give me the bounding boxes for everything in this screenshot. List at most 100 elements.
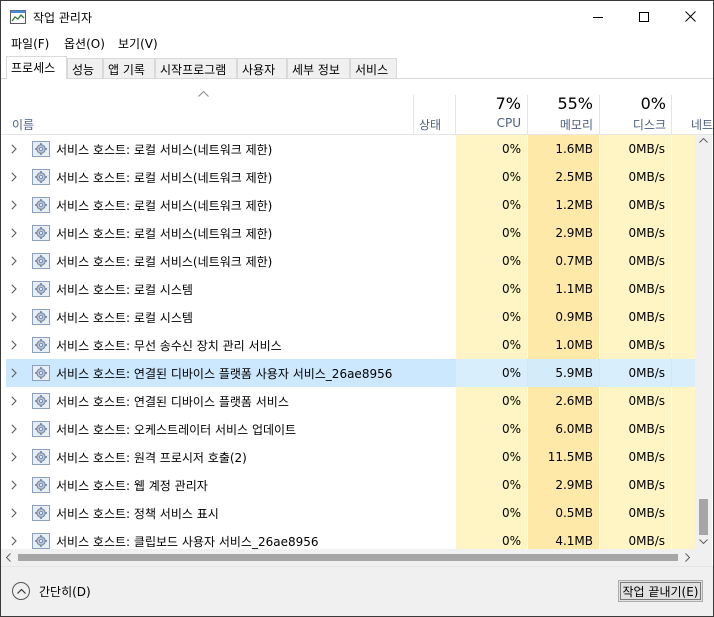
- expand-chevron-icon[interactable]: [11, 227, 17, 241]
- column-header: 이름 상태 7% CPU 55% 메모리 0% 디스크 네트: [1, 79, 713, 135]
- expand-chevron-icon[interactable]: [11, 199, 17, 213]
- horizontal-scroll-thumb[interactable]: [18, 554, 678, 561]
- process-name: 서비스 호스트: 로컬 서비스(네트워크 제한): [56, 143, 273, 157]
- memory-value: 2.5MB: [555, 170, 593, 184]
- table-row[interactable]: 서비스 호스트: 클립보드 사용자 서비스_26ae8956 0% 4.1MB 0MB…: [1, 527, 695, 549]
- memory-cell: 2.5MB: [528, 163, 599, 191]
- network-cell: [672, 415, 695, 443]
- table-row[interactable]: 서비스 호스트: 로컬 서비스(네트워크 제한) 0% 2.9MB 0MB/s: [1, 219, 695, 247]
- disk-value: 0MB/s: [628, 450, 665, 464]
- expand-chevron-icon[interactable]: [11, 283, 17, 297]
- expand-chevron-icon[interactable]: [11, 143, 17, 157]
- table-row[interactable]: 서비스 호스트: 로컬 시스템 0% 0.9MB 0MB/s: [1, 303, 695, 331]
- disk-cell: 0MB/s: [600, 359, 671, 387]
- table-row[interactable]: 서비스 호스트: 원격 프로시저 호출(2) 0% 11.5MB 0MB/s: [1, 443, 695, 471]
- cpu-value: 0%: [501, 226, 521, 240]
- vertical-scrollbar[interactable]: [695, 135, 712, 549]
- network-cell: [672, 443, 695, 471]
- memory-cell: 1.0MB: [528, 331, 599, 359]
- menu-options[interactable]: 옵션(O): [64, 35, 105, 52]
- expand-chevron-icon[interactable]: [11, 311, 17, 325]
- memory-cell: 6.0MB: [528, 415, 599, 443]
- disk-value: 0MB/s: [628, 366, 665, 380]
- table-row[interactable]: 서비스 호스트: 연결된 디바이스 플랫폼 사용자 서비스_26ae8956 0%…: [1, 359, 695, 387]
- table-row[interactable]: 서비스 호스트: 연결된 디바이스 플랫폼 서비스 0% 2.6MB 0MB/s: [1, 387, 695, 415]
- tab-startup[interactable]: 시작프로그램: [155, 58, 237, 78]
- disk-cell: 0MB/s: [600, 499, 671, 527]
- table-row[interactable]: 서비스 호스트: 로컬 서비스(네트워크 제한) 0% 0.7MB 0MB/s: [1, 247, 695, 275]
- tab-services[interactable]: 서비스: [350, 58, 397, 78]
- network-cell: [672, 387, 695, 415]
- horizontal-scrollbar[interactable]: [1, 549, 695, 566]
- memory-value: 0.7MB: [555, 254, 593, 268]
- cpu-value: 0%: [501, 366, 521, 380]
- scroll-up-icon[interactable]: [699, 138, 708, 143]
- process-name: 서비스 호스트: 로컬 서비스(네트워크 제한): [56, 199, 273, 213]
- memory-value: 6.0MB: [555, 422, 593, 436]
- table-row[interactable]: 서비스 호스트: 정책 서비스 표시 0% 0.5MB 0MB/s: [1, 499, 695, 527]
- expand-chevron-icon[interactable]: [11, 395, 17, 409]
- column-name[interactable]: 이름: [12, 116, 34, 133]
- tab-performance[interactable]: 성능: [67, 58, 103, 78]
- column-cpu[interactable]: CPU: [456, 116, 521, 130]
- column-disk[interactable]: 디스크: [600, 116, 666, 133]
- process-name: 서비스 호스트: 오케스트레이터 서비스 업데이트: [56, 423, 297, 437]
- expand-chevron-icon[interactable]: [11, 367, 17, 381]
- column-memory[interactable]: 메모리: [528, 116, 593, 133]
- expand-chevron-icon[interactable]: [11, 479, 17, 493]
- close-button[interactable]: [667, 1, 713, 32]
- disk-cell: 0MB/s: [600, 163, 671, 191]
- expand-chevron-icon[interactable]: [11, 535, 17, 549]
- cpu-value: 0%: [501, 450, 521, 464]
- tab-processes[interactable]: 프로세스: [6, 56, 67, 79]
- table-row[interactable]: 서비스 호스트: 로컬 서비스(네트워크 제한) 0% 2.5MB 0MB/s: [1, 163, 695, 191]
- process-name: 서비스 호스트: 연결된 디바이스 플랫폼 서비스: [56, 395, 289, 409]
- service-host-gear-icon: [32, 225, 50, 241]
- process-name: 서비스 호스트: 로컬 서비스(네트워크 제한): [56, 227, 273, 241]
- vertical-scroll-thumb[interactable]: [699, 499, 708, 535]
- column-network[interactable]: 네트: [691, 116, 714, 133]
- disk-total-percent: 0%: [640, 94, 666, 113]
- tab-app-history[interactable]: 앱 기록: [103, 58, 155, 78]
- tab-users[interactable]: 사용자: [237, 58, 287, 78]
- minimize-button[interactable]: [575, 1, 621, 32]
- table-row[interactable]: 서비스 호스트: 웹 계정 관리자 0% 2.9MB 0MB/s: [1, 471, 695, 499]
- table-row[interactable]: 서비스 호스트: 로컬 서비스(네트워크 제한) 0% 1.2MB 0MB/s: [1, 191, 695, 219]
- network-cell: [672, 135, 695, 163]
- memory-value: 1.1MB: [555, 282, 593, 296]
- network-cell: [672, 275, 695, 303]
- expand-chevron-icon[interactable]: [11, 507, 17, 521]
- maximize-button[interactable]: [621, 1, 667, 32]
- memory-value: 0.9MB: [555, 310, 593, 324]
- process-name: 서비스 호스트: 연결된 디바이스 플랫폼 사용자 서비스_26ae8956: [56, 367, 393, 381]
- maximize-icon: [639, 11, 649, 22]
- cpu-value: 0%: [501, 310, 521, 324]
- end-task-button[interactable]: 작업 끝내기(E): [618, 580, 703, 602]
- menu-file[interactable]: 파일(F): [11, 35, 49, 52]
- column-status[interactable]: 상태: [419, 116, 441, 133]
- scroll-left-icon[interactable]: [6, 553, 11, 562]
- expand-chevron-icon[interactable]: [11, 255, 17, 269]
- service-host-gear-icon: [32, 365, 50, 381]
- expand-chevron-icon[interactable]: [11, 451, 17, 465]
- table-row[interactable]: 서비스 호스트: 로컬 서비스(네트워크 제한) 0% 1.6MB 0MB/s: [1, 135, 695, 163]
- disk-value: 0MB/s: [628, 394, 665, 408]
- table-row[interactable]: 서비스 호스트: 무선 송수신 장치 관리 서비스 0% 1.0MB 0MB/s: [1, 331, 695, 359]
- table-row[interactable]: 서비스 호스트: 오케스트레이터 서비스 업데이트 0% 6.0MB 0MB/s: [1, 415, 695, 443]
- expand-chevron-icon[interactable]: [11, 423, 17, 437]
- fewer-details-toggle[interactable]: 간단히(D): [12, 582, 91, 600]
- scroll-down-icon[interactable]: [699, 539, 708, 544]
- table-row[interactable]: 서비스 호스트: 로컬 시스템 0% 1.1MB 0MB/s: [1, 275, 695, 303]
- expand-chevron-icon[interactable]: [11, 171, 17, 185]
- scroll-right-icon[interactable]: [685, 553, 690, 562]
- expand-chevron-icon[interactable]: [11, 339, 17, 353]
- tab-details[interactable]: 세부 정보: [287, 58, 350, 78]
- disk-cell: 0MB/s: [600, 443, 671, 471]
- column-divider[interactable]: [413, 95, 414, 135]
- cpu-value: 0%: [501, 254, 521, 268]
- menu-view[interactable]: 보기(V): [118, 35, 158, 52]
- process-name: 서비스 호스트: 로컬 서비스(네트워크 제한): [56, 171, 273, 185]
- memory-cell: 2.9MB: [528, 219, 599, 247]
- column-divider[interactable]: [671, 95, 672, 135]
- memory-value: 1.0MB: [555, 338, 593, 352]
